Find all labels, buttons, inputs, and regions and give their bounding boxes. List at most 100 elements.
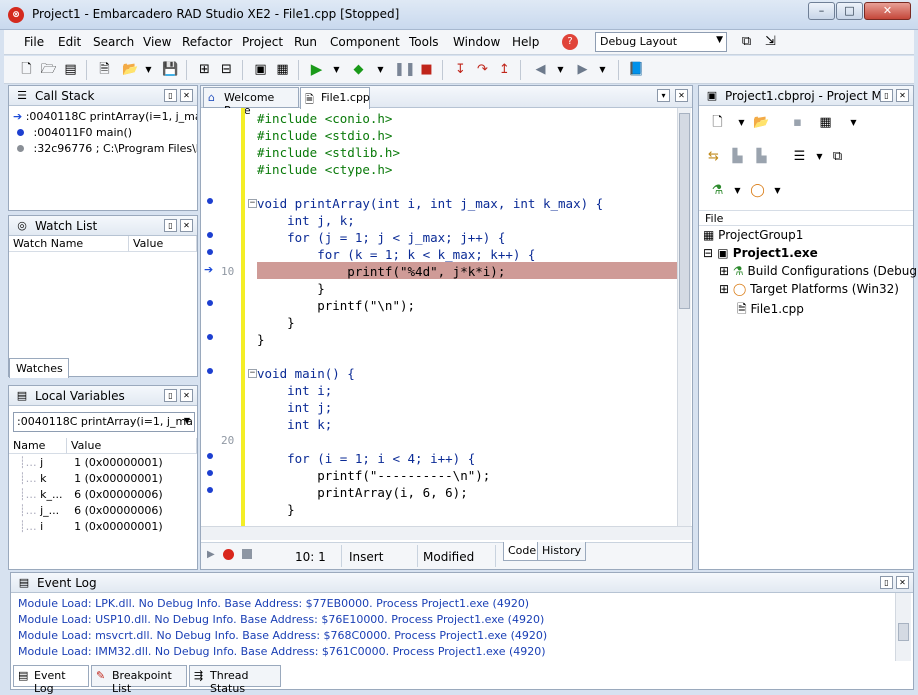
view-unit-icon[interactable]: ▣ bbox=[252, 61, 269, 78]
save-icon[interactable]: 💾 bbox=[162, 61, 179, 78]
new-items-icon[interactable]: 🗋 bbox=[18, 61, 35, 78]
scrollbar-thumb[interactable] bbox=[679, 113, 690, 309]
editor-gutter[interactable]: ➔ 10 20 bbox=[201, 108, 243, 526]
open-icon[interactable]: 📂 bbox=[122, 61, 139, 78]
collapse-icon[interactable]: ⊟ bbox=[703, 246, 713, 260]
chevron-down-icon[interactable]: ▼ bbox=[552, 61, 569, 78]
tab-welcome-page[interactable]: ⌂ Welcome Page bbox=[203, 87, 299, 117]
menu-component[interactable]: Component bbox=[330, 35, 400, 49]
chevron-down-icon[interactable]: ▼ bbox=[140, 61, 157, 78]
save-desktop-icon[interactable]: ⧉ bbox=[738, 33, 755, 50]
help-book-icon[interactable]: 📘 bbox=[628, 61, 645, 78]
tab-thread-status[interactable]: ⇶ Thread Status bbox=[189, 665, 281, 695]
view-list-icon[interactable]: ☰ bbox=[791, 148, 808, 165]
close-button[interactable]: ✕ bbox=[864, 2, 911, 20]
open-project-icon[interactable]: 🗁 bbox=[40, 61, 57, 78]
event-log-scrollbar[interactable] bbox=[895, 593, 911, 661]
fold-toggle-icon[interactable]: − bbox=[248, 199, 257, 208]
local-variable-row[interactable]: ┊… j_... 6 (0x00000006) bbox=[19, 504, 197, 517]
new-file-icon[interactable]: 🗎 bbox=[96, 61, 113, 78]
breakpoint-dot-icon[interactable] bbox=[207, 249, 213, 255]
tab-file1-cpp[interactable]: 🗎 File1.cpp bbox=[300, 87, 370, 109]
column-header-name[interactable]: Name bbox=[9, 438, 67, 454]
log-line[interactable]: Module Load: IMM32.dll. No Debug Info. B… bbox=[18, 645, 546, 658]
add-to-project-icon[interactable]: ⊞ bbox=[196, 61, 213, 78]
expand-all-icon[interactable]: ⧉ bbox=[829, 148, 846, 165]
pin-icon[interactable]: ▯ bbox=[880, 89, 893, 102]
breakpoint-dot-icon[interactable] bbox=[207, 470, 213, 476]
forward-arrow-icon[interactable]: ▶ bbox=[574, 61, 591, 78]
remove-icon[interactable]: ▪ bbox=[789, 114, 806, 131]
run-without-debugging-icon[interactable]: ◆ bbox=[350, 61, 367, 78]
close-tab-icon[interactable]: ✕ bbox=[675, 89, 688, 102]
desktop-layout-combo[interactable]: Debug Layout ▼ bbox=[595, 32, 727, 52]
back-arrow-icon[interactable]: ◀ bbox=[532, 61, 549, 78]
pin-icon[interactable]: ▯ bbox=[164, 389, 177, 402]
menu-file[interactable]: File bbox=[24, 35, 44, 49]
play-macro-icon[interactable]: ▶ bbox=[207, 549, 215, 560]
tab-breakpoint-list[interactable]: ✎ Breakpoint List bbox=[91, 665, 187, 695]
editor-vertical-scrollbar[interactable] bbox=[677, 108, 691, 526]
pin-icon[interactable]: ▯ bbox=[164, 89, 177, 102]
build-icon[interactable]: ▙ bbox=[729, 148, 746, 165]
tab-event-log[interactable]: ▤ Event Log bbox=[13, 665, 89, 695]
add-to-project-icon[interactable]: 📂 bbox=[753, 114, 770, 131]
sync-icon[interactable]: ⇆ bbox=[705, 148, 722, 165]
stop-icon[interactable]: ■ bbox=[418, 61, 435, 78]
menu-edit[interactable]: Edit bbox=[58, 35, 81, 49]
expand-icon[interactable]: ⊞ bbox=[719, 282, 729, 296]
pause-icon[interactable]: ❚❚ bbox=[394, 61, 416, 78]
log-line[interactable]: Module Load: LPK.dll. No Debug Info. Bas… bbox=[18, 597, 529, 610]
chevron-down-icon[interactable]: ▼ bbox=[372, 61, 389, 78]
log-line[interactable]: Module Load: msvcrt.dll. No Debug Info. … bbox=[18, 629, 547, 642]
minimize-button[interactable]: – bbox=[808, 2, 835, 20]
call-stack-item[interactable]: :32c96776 ; C:\Program Files\Em bbox=[13, 142, 197, 155]
tree-file[interactable]: 🗎 File1.cpp bbox=[737, 300, 804, 321]
breakpoint-dot-icon[interactable] bbox=[207, 232, 213, 238]
local-variable-row[interactable]: ┊… i 1 (0x00000001) bbox=[19, 520, 197, 533]
log-line[interactable]: Module Load: USP10.dll. No Debug Info. B… bbox=[18, 613, 544, 626]
close-panel-icon[interactable]: ✕ bbox=[896, 576, 909, 589]
fold-toggle-icon[interactable]: − bbox=[248, 369, 257, 378]
chevron-down-icon[interactable]: ▼ bbox=[729, 182, 746, 199]
run-until-return-icon[interactable]: ↥ bbox=[496, 61, 513, 78]
scrollbar-thumb[interactable] bbox=[898, 623, 909, 641]
breakpoint-dot-icon[interactable] bbox=[207, 198, 213, 204]
tree-project-group[interactable]: ▦ ProjectGroup1 bbox=[703, 228, 803, 242]
menu-view[interactable]: View bbox=[143, 35, 171, 49]
run-icon[interactable]: ▶ bbox=[308, 61, 325, 78]
step-over-icon[interactable]: ↷ bbox=[474, 61, 491, 78]
close-panel-icon[interactable]: ✕ bbox=[180, 219, 193, 232]
tab-history[interactable]: History bbox=[537, 542, 587, 561]
options-icon[interactable]: ▦ bbox=[817, 114, 834, 131]
tree-project[interactable]: ⊟ ▣ Project1.exe bbox=[703, 246, 818, 260]
menu-help[interactable]: Help bbox=[512, 35, 539, 49]
close-panel-icon[interactable]: ✕ bbox=[180, 89, 193, 102]
tree-build-configurations[interactable]: ⊞ ⚗ Build Configurations (Debug) bbox=[719, 264, 918, 278]
set-debug-desktop-icon[interactable]: ⇲ bbox=[762, 33, 779, 50]
column-header-value[interactable]: Value bbox=[67, 438, 197, 454]
code-area[interactable]: − − #include <conio.h> #include <stdio.h… bbox=[245, 108, 677, 526]
local-variable-row[interactable]: ┊… k_... 6 (0x00000006) bbox=[19, 488, 197, 501]
close-panel-icon[interactable]: ✕ bbox=[180, 389, 193, 402]
column-header-file[interactable]: File bbox=[699, 210, 913, 226]
local-variable-row[interactable]: ┊… k 1 (0x00000001) bbox=[19, 472, 197, 485]
column-header-value[interactable]: Value bbox=[129, 236, 197, 252]
breakpoint-dot-icon[interactable] bbox=[207, 487, 213, 493]
pin-icon[interactable]: ▯ bbox=[880, 576, 893, 589]
step-into-icon[interactable]: ↧ bbox=[452, 61, 469, 78]
call-stack-item[interactable]: :004011F0 main() bbox=[13, 126, 197, 139]
menu-run[interactable]: Run bbox=[294, 35, 317, 49]
target-platforms-icon[interactable]: ◯ bbox=[749, 182, 766, 199]
breakpoint-dot-icon[interactable] bbox=[207, 368, 213, 374]
call-stack-item[interactable]: ➔ :0040118C printArray(i=1, j_max bbox=[13, 110, 197, 123]
menu-search[interactable]: Search bbox=[93, 35, 134, 49]
chevron-down-icon[interactable]: ▼ bbox=[845, 114, 862, 131]
chevron-down-icon[interactable]: ▼ bbox=[328, 61, 345, 78]
build-configurations-icon[interactable]: ⚗ bbox=[709, 182, 726, 199]
breakpoint-dot-icon[interactable] bbox=[207, 453, 213, 459]
chevron-down-icon[interactable]: ▼ bbox=[811, 148, 828, 165]
menu-project[interactable]: Project bbox=[242, 35, 283, 49]
column-header-watch-name[interactable]: Watch Name bbox=[9, 236, 129, 252]
view-form-icon[interactable]: ▦ bbox=[274, 61, 291, 78]
